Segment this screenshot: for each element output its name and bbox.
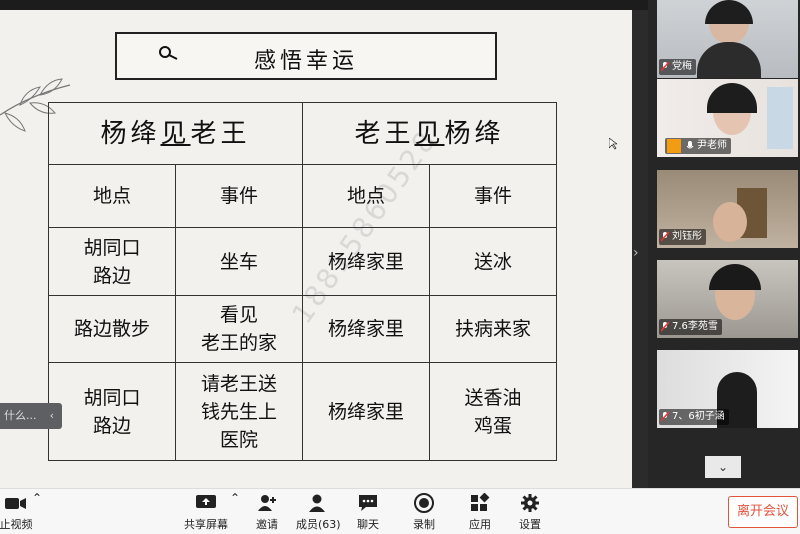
apps-button[interactable]: 应用	[468, 493, 492, 532]
chat-button[interactable]: 聊天	[356, 493, 380, 532]
mic-muted-icon	[661, 322, 669, 332]
window-top-strip	[0, 0, 648, 10]
story-table: 杨绛见老王 老王见杨绛 地点 事件 地点 事件 胡同口 路边 坐车 杨绛家里 送冰…	[48, 102, 557, 461]
participant-tile[interactable]: 党梅	[657, 0, 798, 78]
participant-label: 尹老师	[665, 138, 731, 154]
participant-gallery: 党梅 尹老师 刘钰彤 7.6李苑雪 7、6初子涵 ⌄	[648, 0, 800, 488]
mic-muted-icon	[661, 62, 669, 72]
settings-button[interactable]: 设置	[518, 493, 542, 532]
table-cell: 路边散步	[48, 295, 176, 363]
subheader-place: 地点	[302, 164, 430, 228]
share-screen-button[interactable]: 共享屏幕	[184, 493, 228, 532]
subheader-event: 事件	[175, 164, 303, 228]
members-button[interactable]: 成员(63)	[296, 493, 341, 532]
slide-title-box: 感悟幸运	[115, 32, 497, 80]
members-icon	[309, 494, 325, 512]
table-cell: 杨绛家里	[302, 227, 430, 296]
record-icon	[414, 493, 434, 513]
video-options-chevron-up-icon[interactable]: ⌃	[32, 491, 42, 505]
add-person-icon	[258, 495, 276, 511]
share-screen-icon	[196, 495, 216, 508]
shared-slide: 感悟幸运 18815860528 杨绛见老王 老王见杨绛 地点 事件 地点 事件…	[0, 10, 632, 488]
mic-icon	[686, 141, 694, 149]
chat-bubble-icon	[359, 495, 377, 511]
subheader-event: 事件	[429, 164, 557, 228]
table-cell: 送冰	[429, 227, 557, 296]
participant-label: 刘钰彤	[659, 229, 706, 245]
chevron-left-icon: ‹	[49, 409, 54, 422]
leave-meeting-button[interactable]: 离开会议	[728, 496, 798, 528]
table-cell: 坐车	[175, 227, 303, 296]
table-cell: 杨绛家里	[302, 362, 430, 461]
header-yangjiang-meets-laowang: 杨绛见老王	[48, 102, 303, 165]
video-camera-icon	[5, 498, 26, 509]
meeting-toolbar: 止视频 ⌃ 共享屏幕 ⌃ 邀请 成员(63) 聊天 录制 应用 设置 离开会议	[0, 488, 800, 534]
participant-label: 党梅	[659, 59, 696, 75]
subheader-place: 地点	[48, 164, 176, 228]
chevron-down-icon[interactable]: ⌄	[705, 456, 741, 478]
participant-label: 7.6李苑雪	[659, 319, 722, 335]
host-icon	[667, 139, 681, 153]
participant-tile[interactable]: 尹老师	[657, 79, 798, 157]
slide-title: 感悟幸运	[253, 49, 358, 74]
mic-muted-icon	[661, 412, 669, 422]
mouse-cursor-icon	[609, 138, 617, 150]
table-cell: 胡同口 路边	[48, 227, 176, 296]
table-cell: 请老王送 钱先生上 医院	[175, 362, 303, 461]
apps-icon	[471, 493, 490, 511]
gear-icon	[521, 494, 539, 512]
record-button[interactable]: 录制	[412, 493, 436, 532]
participant-tile[interactable]: 7.6李苑雪	[657, 260, 798, 338]
participant-label: 7、6初子涵	[659, 409, 729, 425]
table-cell: 看见 老王的家	[175, 295, 303, 363]
table-cell: 杨绛家里	[302, 295, 430, 363]
chevron-right-icon[interactable]: ›	[633, 245, 639, 261]
table-cell: 胡同口 路边	[48, 362, 176, 461]
share-options-chevron-up-icon[interactable]: ⌃	[230, 491, 240, 505]
participant-tile[interactable]: 7、6初子涵	[657, 350, 798, 428]
collapsed-chat-tab[interactable]: 什么... ‹	[0, 403, 62, 429]
participant-tile[interactable]: 刘钰彤	[657, 170, 798, 248]
stop-video-button[interactable]: 止视频	[0, 493, 36, 532]
table-cell: 送香油 鸡蛋	[429, 362, 557, 461]
mic-muted-icon	[661, 232, 669, 242]
side-tab-text: 什么...	[4, 409, 37, 422]
table-cell: 扶病来家	[429, 295, 557, 363]
invite-button[interactable]: 邀请	[254, 493, 280, 532]
header-laowang-meets-yangjiang: 老王见杨绛	[302, 102, 557, 165]
